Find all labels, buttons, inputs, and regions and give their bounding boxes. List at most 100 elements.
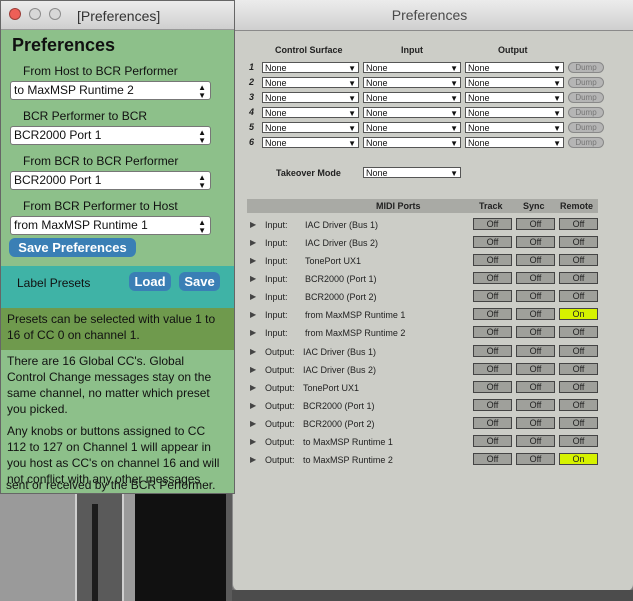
sync-toggle[interactable]: Off — [516, 435, 555, 447]
dump-button[interactable]: Dump — [568, 62, 604, 73]
dump-button[interactable]: Dump — [568, 77, 604, 88]
remote-toggle[interactable]: Off — [559, 236, 598, 248]
remote-toggle[interactable]: Off — [559, 326, 598, 338]
remote-toggle[interactable]: On — [559, 308, 598, 320]
remote-toggle[interactable]: Off — [559, 290, 598, 302]
bcr-performer-to-host-select[interactable]: from MaxMSP Runtime 1 ▲ ▼ — [10, 216, 211, 235]
expand-triangle-icon[interactable]: ▶ — [250, 419, 256, 428]
input-dropdown-value: None — [366, 108, 388, 118]
save-button[interactable]: Save — [179, 272, 220, 291]
dump-button[interactable]: Dump — [568, 122, 604, 133]
expand-triangle-icon[interactable]: ▶ — [250, 437, 256, 446]
control-surface-dropdown[interactable]: None ▼ — [262, 122, 359, 133]
surface-row-number: 3 — [249, 92, 255, 102]
bcr-performer-to-bcr-select[interactable]: BCR2000 Port 1 ▲ ▼ — [10, 126, 211, 145]
dump-button[interactable]: Dump — [568, 107, 604, 118]
remote-toggle[interactable]: On — [559, 453, 598, 465]
label-presets-label: Label Presets — [17, 276, 91, 290]
control-surface-dropdown[interactable]: None ▼ — [262, 107, 359, 118]
expand-triangle-icon[interactable]: ▶ — [250, 455, 256, 464]
sync-toggle[interactable]: Off — [516, 399, 555, 411]
control-surface-dropdown[interactable]: None ▼ — [262, 77, 359, 88]
track-toggle[interactable]: Off — [473, 435, 512, 447]
input-dropdown[interactable]: None ▼ — [363, 62, 461, 73]
remote-toggle[interactable]: Off — [559, 254, 598, 266]
close-icon[interactable] — [9, 8, 21, 20]
expand-triangle-icon[interactable]: ▶ — [250, 220, 256, 229]
output-dropdown[interactable]: None ▼ — [465, 137, 564, 148]
remote-toggle[interactable]: Off — [559, 272, 598, 284]
track-toggle[interactable]: Off — [473, 345, 512, 357]
remote-toggle[interactable]: Off — [559, 363, 598, 375]
expand-triangle-icon[interactable]: ▶ — [250, 238, 256, 247]
control-surface-dropdown[interactable]: None ▼ — [262, 92, 359, 103]
track-toggle[interactable]: Off — [473, 236, 512, 248]
input-dropdown-value: None — [366, 93, 388, 103]
input-dropdown[interactable]: None ▼ — [363, 137, 461, 148]
save-preferences-button[interactable]: Save Preferences — [9, 238, 136, 257]
track-toggle[interactable]: Off — [473, 453, 512, 465]
host-to-bcr-select[interactable]: to MaxMSP Runtime 2 ▲ ▼ — [10, 81, 211, 100]
output-dropdown[interactable]: None ▼ — [465, 107, 564, 118]
output-dropdown[interactable]: None ▼ — [465, 62, 564, 73]
control-surface-dropdown[interactable]: None ▼ — [262, 137, 359, 148]
expand-triangle-icon[interactable]: ▶ — [250, 347, 256, 356]
sync-toggle[interactable]: Off — [516, 381, 555, 393]
sync-toggle[interactable]: Off — [516, 326, 555, 338]
track-toggle[interactable]: Off — [473, 272, 512, 284]
input-dropdown[interactable]: None ▼ — [363, 122, 461, 133]
track-toggle[interactable]: Off — [473, 417, 512, 429]
expand-triangle-icon[interactable]: ▶ — [250, 383, 256, 392]
background-app — [0, 494, 135, 601]
dump-button[interactable]: Dump — [568, 92, 604, 103]
midi-port-row: ▶ Input: TonePort UX1 Off Off Off — [250, 254, 600, 268]
expand-triangle-icon[interactable]: ▶ — [250, 328, 256, 337]
updown-arrows-icon: ▲ ▼ — [198, 83, 206, 100]
track-toggle[interactable]: Off — [473, 363, 512, 375]
expand-triangle-icon[interactable]: ▶ — [250, 365, 256, 374]
sync-toggle[interactable]: Off — [516, 272, 555, 284]
track-toggle[interactable]: Off — [473, 290, 512, 302]
expand-triangle-icon[interactable]: ▶ — [250, 256, 256, 265]
sync-toggle[interactable]: Off — [516, 363, 555, 375]
input-dropdown[interactable]: None ▼ — [363, 107, 461, 118]
output-dropdown[interactable]: None ▼ — [465, 122, 564, 133]
remote-toggle[interactable]: Off — [559, 218, 598, 230]
track-toggle[interactable]: Off — [473, 254, 512, 266]
sync-toggle[interactable]: Off — [516, 308, 555, 320]
chevron-down-icon: ▼ — [348, 109, 356, 118]
remote-toggle[interactable]: Off — [559, 399, 598, 411]
sync-toggle[interactable]: Off — [516, 236, 555, 248]
expand-triangle-icon[interactable]: ▶ — [250, 274, 256, 283]
zoom-icon[interactable] — [49, 8, 61, 20]
track-toggle[interactable]: Off — [473, 218, 512, 230]
remote-toggle[interactable]: Off — [559, 435, 598, 447]
sync-toggle[interactable]: Off — [516, 218, 555, 230]
track-toggle[interactable]: Off — [473, 381, 512, 393]
track-toggle[interactable]: Off — [473, 326, 512, 338]
output-dropdown-value: None — [468, 78, 490, 88]
dump-button[interactable]: Dump — [568, 137, 604, 148]
remote-toggle[interactable]: Off — [559, 345, 598, 357]
expand-triangle-icon[interactable]: ▶ — [250, 292, 256, 301]
input-dropdown[interactable]: None ▼ — [363, 77, 461, 88]
minimize-icon[interactable] — [29, 8, 41, 20]
bcr-to-bcr-performer-select[interactable]: BCR2000 Port 1 ▲ ▼ — [10, 171, 211, 190]
remote-toggle[interactable]: Off — [559, 381, 598, 393]
track-toggle[interactable]: Off — [473, 308, 512, 320]
expand-triangle-icon[interactable]: ▶ — [250, 310, 256, 319]
load-button[interactable]: Load — [129, 272, 171, 291]
takeover-mode-dropdown[interactable]: None ▼ — [363, 167, 461, 178]
sync-toggle[interactable]: Off — [516, 345, 555, 357]
input-dropdown[interactable]: None ▼ — [363, 92, 461, 103]
sync-toggle[interactable]: Off — [516, 290, 555, 302]
sync-toggle[interactable]: Off — [516, 417, 555, 429]
sync-toggle[interactable]: Off — [516, 453, 555, 465]
remote-toggle[interactable]: Off — [559, 417, 598, 429]
sync-toggle[interactable]: Off — [516, 254, 555, 266]
output-dropdown[interactable]: None ▼ — [465, 77, 564, 88]
track-toggle[interactable]: Off — [473, 399, 512, 411]
control-surface-dropdown[interactable]: None ▼ — [262, 62, 359, 73]
expand-triangle-icon[interactable]: ▶ — [250, 401, 256, 410]
output-dropdown[interactable]: None ▼ — [465, 92, 564, 103]
